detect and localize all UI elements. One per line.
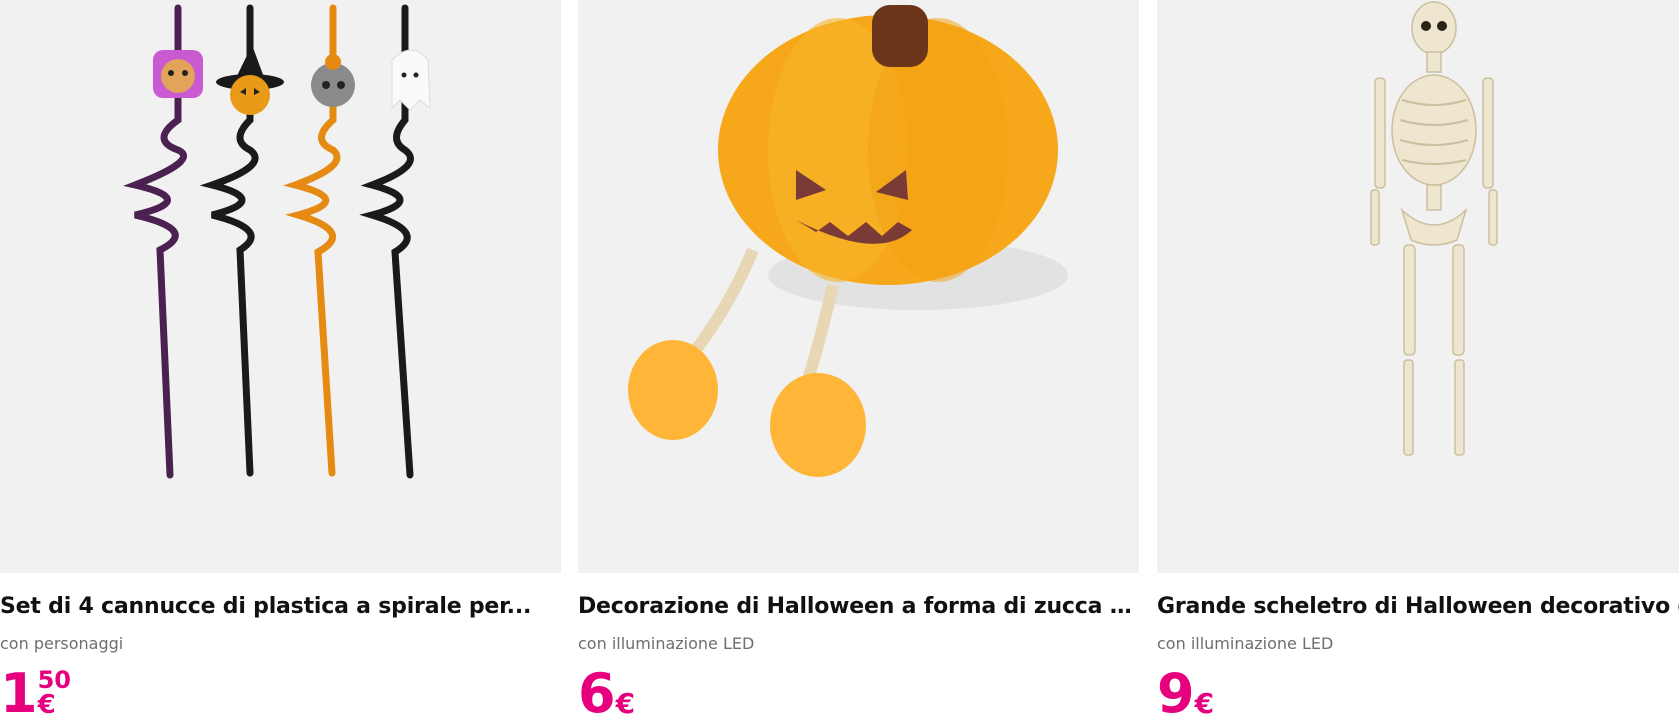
product-subtitle: con personaggi xyxy=(0,634,124,653)
product-title[interactable]: Set di 4 cannucce di plastica a spirale … xyxy=(0,594,561,619)
price-decimal: 50 xyxy=(37,666,71,694)
skeleton-icon xyxy=(1370,1,1498,456)
price-integer: 9 xyxy=(1157,662,1195,725)
product-price: 9 € xyxy=(1157,666,1214,722)
product-card-pumpkin[interactable]: Decorazione di Halloween a forma di zucc… xyxy=(578,0,1139,728)
product-price: 6 € xyxy=(578,666,635,722)
product-title[interactable]: Grande scheletro di Halloween decorativo… xyxy=(1157,594,1679,619)
price-integer: 6 xyxy=(578,662,616,725)
product-card-straws[interactable]: Set di 4 cannucce di plastica a spirale … xyxy=(0,0,561,728)
product-card-skeleton[interactable]: Grande scheletro di Halloween decorativo… xyxy=(1157,0,1679,728)
price-currency: € xyxy=(615,687,636,720)
pumpkin-icon xyxy=(628,5,1068,477)
product-title[interactable]: Decorazione di Halloween a forma di zucc… xyxy=(578,594,1139,619)
product-subtitle: con illuminazione LED xyxy=(1157,634,1334,653)
product-image[interactable] xyxy=(1157,0,1679,573)
price-integer: 1 xyxy=(0,662,38,725)
product-image[interactable] xyxy=(578,0,1139,573)
product-image[interactable] xyxy=(0,0,561,573)
spiral-straws-icon xyxy=(123,4,431,479)
price-currency: € xyxy=(1194,687,1215,720)
price-currency: € xyxy=(37,690,56,720)
product-price: 1 50 € xyxy=(0,666,71,722)
product-subtitle: con illuminazione LED xyxy=(578,634,755,653)
product-grid: Set di 4 cannucce di plastica a spirale … xyxy=(0,0,1679,728)
